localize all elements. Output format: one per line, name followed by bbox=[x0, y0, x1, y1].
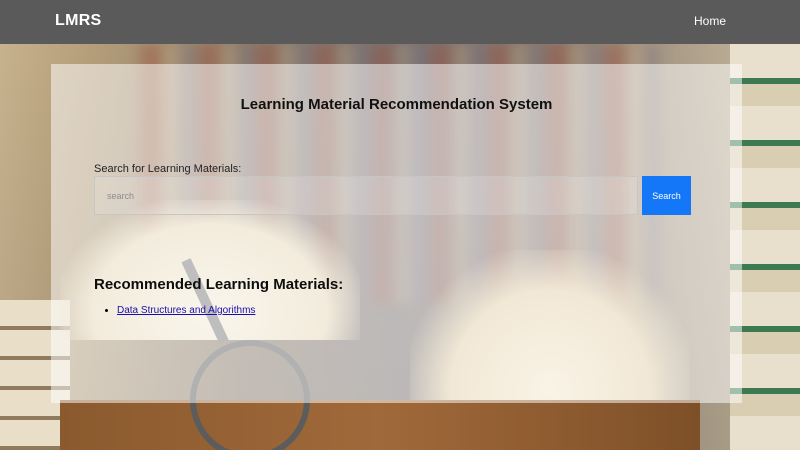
search-label: Search for Learning Materials: bbox=[94, 163, 242, 175]
main-card: Learning Material Recommendation System … bbox=[51, 64, 742, 403]
search-input[interactable] bbox=[94, 176, 638, 215]
navbar: LMRS Home bbox=[0, 0, 800, 44]
page-title: Learning Material Recommendation System bbox=[240, 96, 553, 113]
list-item: Data Structures and Algorithms bbox=[117, 304, 255, 318]
recommendation-link[interactable]: Data Structures and Algorithms bbox=[117, 305, 255, 316]
recommendations-heading: Recommended Learning Materials: bbox=[94, 276, 344, 293]
recommendations-list: Data Structures and Algorithms bbox=[94, 304, 255, 318]
search-button[interactable]: Search bbox=[642, 176, 691, 215]
page: LMRS Home Learning Material Recommendati… bbox=[0, 0, 800, 450]
background-table bbox=[60, 400, 700, 450]
nav-home-link[interactable]: Home bbox=[694, 14, 726, 28]
brand-logo[interactable]: LMRS bbox=[55, 12, 102, 30]
